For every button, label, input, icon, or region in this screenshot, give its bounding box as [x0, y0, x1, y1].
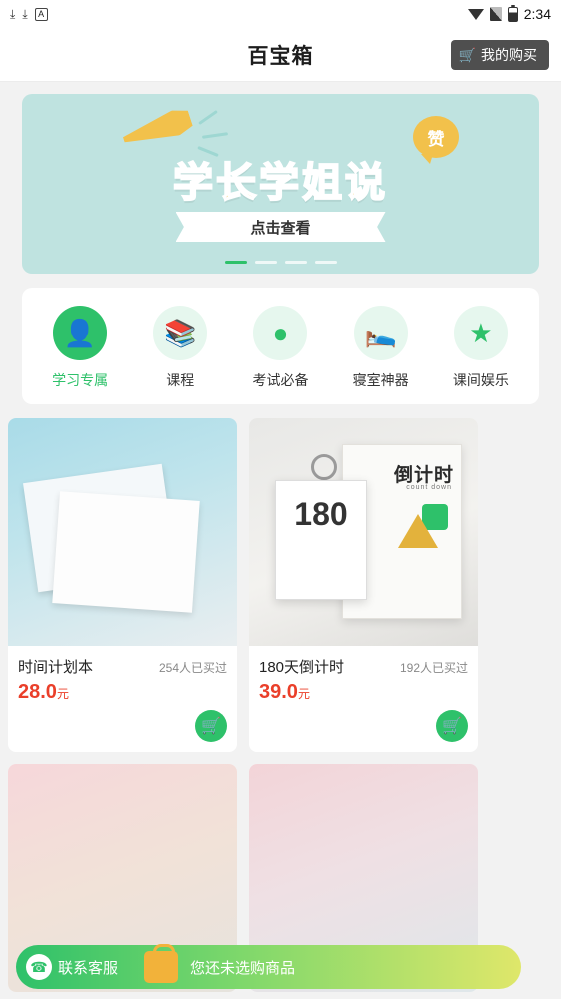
add-to-cart-button[interactable]: 🛒: [436, 710, 468, 742]
wifi-icon: [467, 8, 484, 20]
category-item-study[interactable]: 👤 学习专属: [34, 306, 126, 390]
ring-deco: [311, 454, 337, 480]
product-info: 时间计划本 254人已买过 28.0元: [8, 646, 237, 712]
megaphone-ray-icon: [201, 132, 229, 139]
pin-icon: ●: [253, 306, 308, 360]
megaphone-ray-icon: [198, 109, 218, 126]
product-grid: 时间计划本 254人已买过 28.0元 🛒 倒计时 count down 180: [8, 418, 553, 992]
notebook-deco: [52, 491, 200, 613]
status-bar-right: 2:34: [467, 4, 551, 22]
floating-cart-bar[interactable]: ☎ 联系客服 您还未选购商品: [16, 944, 521, 989]
category-item-course[interactable]: 📚 课程: [134, 306, 226, 390]
contact-service-button[interactable]: ☎ 联系客服: [26, 954, 118, 980]
hourglass-deco: [398, 514, 438, 548]
banner-dots: [224, 261, 337, 264]
download-icon: ⤓: [10, 7, 16, 21]
category-item-dorm[interactable]: 🛌 寝室神器: [335, 306, 427, 390]
product-bought-count: 254人已买过: [158, 661, 227, 675]
category-label: 考试必备: [252, 372, 309, 388]
status-bar: ⤓ ⤓ A 2:34: [0, 0, 561, 28]
category-label: 课间娱乐: [452, 372, 509, 388]
category-label: 课程: [166, 372, 195, 388]
banner-dot[interactable]: [284, 261, 307, 264]
my-purchase-label: 我的购买: [481, 47, 537, 63]
battery-icon: [507, 4, 518, 22]
category-label: 寝室神器: [352, 372, 409, 388]
person-icon: 👤: [53, 306, 108, 360]
my-purchase-button[interactable]: 🛒 我的购买: [450, 40, 549, 70]
product-name-row: 180天倒计时 192人已买过: [259, 656, 468, 677]
product-card[interactable]: 倒计时 count down 180 180天倒计时 192人已买过 39.0元…: [249, 418, 478, 752]
category-item-exam[interactable]: ● 考试必备: [234, 306, 326, 390]
download-icon: ⤓: [22, 7, 28, 21]
banner-dot[interactable]: [224, 261, 247, 264]
product-card[interactable]: 时间计划本 254人已买过 28.0元 🛒: [8, 418, 237, 752]
app-badge-icon: A: [34, 7, 48, 21]
banner-title: 学长学姐说: [172, 160, 388, 206]
product-price: 28.0元: [18, 681, 227, 704]
banner-dot[interactable]: [314, 261, 337, 264]
page-title: 百宝箱: [247, 44, 314, 68]
banner-dot[interactable]: [254, 261, 277, 264]
books-icon: 📚: [153, 306, 208, 360]
product-info: 180天倒计时 192人已买过 39.0元: [249, 646, 478, 712]
product-bought-count: 192人已买过: [399, 661, 468, 675]
promo-banner[interactable]: 赞 学长学姐说 点击查看: [22, 94, 539, 274]
megaphone-icon: [120, 106, 195, 152]
product-price: 39.0元: [259, 681, 468, 704]
contact-service-label: 联系客服: [58, 959, 119, 977]
product-price-value: 39.0: [259, 681, 298, 703]
add-to-cart-button[interactable]: 🛒: [195, 710, 227, 742]
title-bar: 百宝箱 🛒 我的购买: [0, 28, 561, 82]
product-image-sublabel: count down: [406, 484, 452, 491]
shopping-bag-icon[interactable]: [144, 944, 179, 983]
product-name-row: 时间计划本 254人已买过: [18, 656, 227, 677]
category-label: 学习专属: [52, 372, 109, 388]
product-image-label: 倒计时: [393, 465, 454, 486]
status-bar-left: ⤓ ⤓ A: [10, 7, 48, 21]
signal-icon: [489, 7, 502, 21]
product-image: [8, 418, 237, 646]
product-image: 倒计时 count down 180: [249, 418, 478, 646]
product-price-unit: 元: [297, 687, 310, 701]
cart-icon: 🛒: [458, 46, 476, 63]
countdown-number: 180: [294, 496, 348, 532]
scroll-content[interactable]: 赞 学长学姐说 点击查看 👤 学习专属 📚 课程 ● 考试必备 🛌 寝室神器 ★: [0, 82, 561, 999]
banner-cta-button[interactable]: 点击查看: [175, 212, 386, 242]
product-name: 180天倒计时: [259, 659, 345, 676]
empty-cart-text: 您还未选购商品: [190, 959, 296, 977]
headset-icon: ☎: [26, 954, 52, 980]
star-icon: ★: [453, 306, 508, 360]
bed-icon: 🛌: [353, 306, 408, 360]
product-price-value: 28.0: [18, 681, 57, 703]
category-card: 👤 学习专属 📚 课程 ● 考试必备 🛌 寝室神器 ★ 课间娱乐: [22, 288, 539, 404]
product-name: 时间计划本: [18, 659, 94, 676]
product-price-unit: 元: [56, 687, 69, 701]
category-item-entertainment[interactable]: ★ 课间娱乐: [435, 306, 527, 390]
status-bar-clock: 2:34: [523, 6, 551, 22]
